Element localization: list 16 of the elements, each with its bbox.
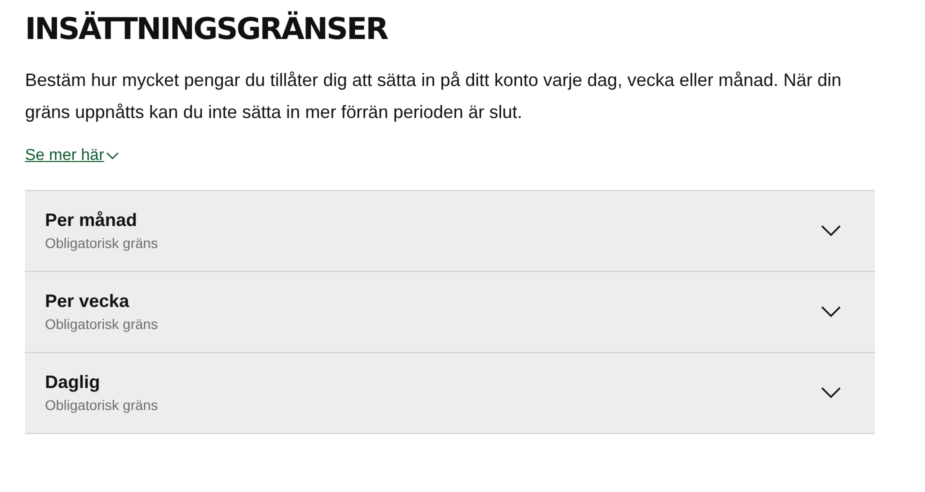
- description-text: Bestäm hur mycket pengar du tillåter dig att sätta in på ditt konto varje dag, vecka eller månad. När din gräns uppnåtts kan du inte sätta in mer förrän perioden är slut.: [25, 69, 842, 124]
- accordion-item[interactable]: Per vecka Obligatorisk gräns: [25, 272, 875, 353]
- limit-subtitle: Obligatorisk gräns: [45, 234, 158, 252]
- see-more-link[interactable]: Se mer här: [25, 144, 120, 168]
- chevron-icon: [821, 387, 841, 399]
- limit-title: Per månad: [45, 210, 138, 232]
- chevron-icon: [821, 306, 841, 318]
- accordion-item[interactable]: Daglig Obligatorisk gräns: [25, 353, 875, 434]
- limit-title: Per vecka: [45, 290, 130, 312]
- limit-title: Daglig: [45, 372, 102, 394]
- limit-subtitle: Obligatorisk gräns: [45, 396, 158, 414]
- chevron-icon: [821, 225, 841, 237]
- limit-subtitle: Obligatorisk gräns: [45, 315, 158, 334]
- chevron-icon: [106, 152, 120, 160]
- page-title: INSÄTTNINGSGRÄNSER: [25, 12, 388, 48]
- accordion-item[interactable]: Per månad Obligatorisk gräns: [25, 191, 875, 272]
